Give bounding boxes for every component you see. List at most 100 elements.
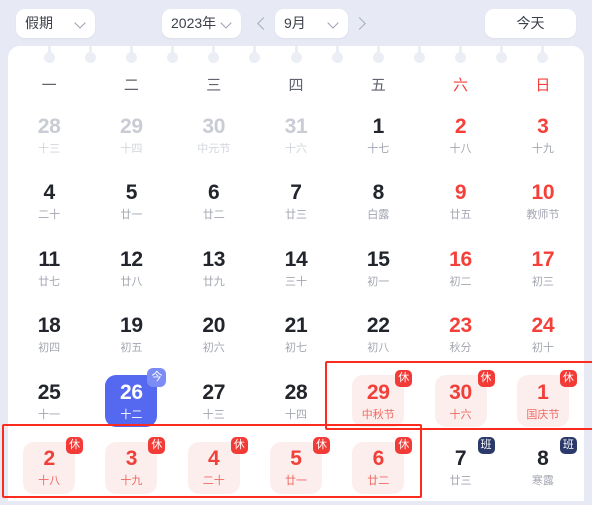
day-box: 16 初二	[435, 242, 487, 294]
day-cell[interactable]: 17 初三	[502, 235, 584, 302]
day-cell[interactable]: 21 初七	[255, 302, 337, 369]
day-cell[interactable]: 24 初十	[502, 302, 584, 369]
calendar-week-row: 4 二十 5 廿一 6 廿二 7 廿三 8 白露 9 廿五 10 教师节	[8, 169, 584, 236]
day-sublabel: 十八	[449, 142, 472, 155]
day-cell[interactable]: 10 教师节	[502, 169, 584, 236]
day-number: 4	[43, 181, 55, 205]
day-cell[interactable]: 9 廿五	[419, 169, 501, 236]
day-sublabel: 十四	[284, 408, 307, 421]
day-cell[interactable]: 29 中秋节 休	[337, 368, 419, 435]
day-box: 8 寒露 班	[517, 436, 577, 494]
day-cell[interactable]: 16 初二	[419, 235, 501, 302]
day-cell[interactable]: 14 三十	[255, 235, 337, 302]
day-box: 8 白露	[352, 176, 404, 228]
calendar-grid: 28 十三 29 十四 30 中元节 31 十六 1 十七 2 十八 3 十九 4 二十 5 廿一 6 廿二 7 廿三 8 白…	[8, 102, 584, 501]
day-number: 22	[366, 314, 390, 338]
day-sublabel: 十一	[38, 408, 61, 421]
day-number: 10	[531, 181, 555, 205]
day-number: 11	[38, 247, 60, 271]
day-cell[interactable]: 4 二十	[8, 169, 90, 236]
day-cell[interactable]: 3 十九 休	[90, 435, 172, 502]
day-cell[interactable]: 20 初六	[173, 302, 255, 369]
next-month-button[interactable]	[348, 9, 374, 38]
day-box: 29 中秋节 休	[352, 370, 413, 428]
day-cell[interactable]: 19 初五	[90, 302, 172, 369]
day-sublabel: 教师节	[526, 209, 560, 222]
day-number: 2	[43, 447, 55, 471]
day-number: 1	[372, 114, 385, 138]
day-sublabel: 国庆节	[526, 408, 560, 421]
day-cell[interactable]: 6 廿二 休	[337, 435, 419, 502]
day-number: 6	[208, 181, 220, 205]
day-box: 21 初七	[270, 309, 322, 361]
day-cell[interactable]: 12 廿八	[90, 235, 172, 302]
day-cell[interactable]: 30 中元节	[173, 102, 255, 169]
day-cell[interactable]: 18 初四	[8, 302, 90, 369]
day-cell[interactable]: 1 国庆节 休	[502, 368, 584, 435]
day-cell[interactable]: 1 十七	[337, 102, 419, 169]
day-box: 10 教师节	[517, 176, 569, 228]
day-cell[interactable]: 2 十八	[419, 102, 501, 169]
binding-notch-icon	[537, 46, 549, 63]
day-cell[interactable]: 25 十一	[8, 368, 90, 435]
day-cell[interactable]: 29 十四	[90, 102, 172, 169]
day-number: 14	[284, 247, 308, 271]
day-sublabel: 初一	[367, 275, 390, 288]
day-sublabel: 廿二	[367, 475, 390, 488]
weekday-header-row: 一二三四五六日	[8, 70, 584, 102]
year-select-label: 2023年	[171, 15, 217, 31]
calendar-card: 一二三四五六日 28 十三 29 十四 30 中元节 31 十六 1 十七 2 十八 3 十九 4 二十 5 廿一…	[8, 46, 584, 501]
day-cell[interactable]: 2 十八 休	[8, 435, 90, 502]
day-cell[interactable]: 23 秋分	[419, 302, 501, 369]
year-select[interactable]: 2023年	[162, 8, 241, 38]
day-cell[interactable]: 22 初八	[337, 302, 419, 369]
day-box: 29 十四	[105, 109, 157, 161]
day-number: 4	[208, 447, 220, 471]
day-badge-rest: 休	[66, 436, 84, 454]
day-box: 12 廿八	[105, 242, 157, 294]
day-cell[interactable]: 7 廿三 班	[419, 435, 501, 502]
day-box: 27 十三	[188, 375, 240, 427]
chevron-down-icon	[75, 18, 86, 29]
day-cell[interactable]: 28 十四	[255, 368, 337, 435]
day-cell[interactable]: 15 初一	[337, 235, 419, 302]
day-cell[interactable]: 4 二十 休	[173, 435, 255, 502]
today-button[interactable]: 今天	[485, 8, 576, 38]
binding-notch-icon	[331, 46, 343, 63]
weekday-header-6: 日	[535, 77, 551, 94]
calendar-binding-notches	[8, 46, 584, 66]
calendar-week-row: 11 廿七 12 廿八 13 廿九 14 三十 15 初一 16 初二 17 初三	[8, 235, 584, 302]
day-cell[interactable]: 26 十二 今	[90, 368, 172, 435]
day-cell[interactable]: 11 廿七	[8, 235, 90, 302]
month-select[interactable]: 9月	[275, 8, 348, 38]
day-sublabel: 廿七	[38, 275, 61, 288]
day-box: 25 十一	[23, 375, 75, 427]
day-cell[interactable]: 13 廿九	[173, 235, 255, 302]
day-sublabel: 三十	[284, 275, 307, 288]
day-cell[interactable]: 5 廿一 休	[255, 435, 337, 502]
day-number: 30	[202, 114, 226, 138]
day-cell[interactable]: 7 廿三	[255, 169, 337, 236]
day-number: 27	[202, 380, 226, 404]
day-cell[interactable]: 30 十六 休	[419, 368, 501, 435]
day-cell[interactable]: 28 十三	[8, 102, 90, 169]
day-cell[interactable]: 27 十三	[173, 368, 255, 435]
day-cell[interactable]: 8 白露	[337, 169, 419, 236]
binding-notch-icon	[290, 46, 302, 63]
day-box: 17 初三	[517, 242, 569, 294]
day-cell[interactable]: 3 十九	[502, 102, 584, 169]
holiday-select[interactable]: 假期	[16, 8, 95, 38]
day-cell[interactable]: 8 寒露 班	[502, 435, 584, 502]
prev-month-button[interactable]	[249, 9, 275, 38]
day-sublabel: 十六	[449, 408, 472, 421]
day-cell[interactable]: 5 廿一	[90, 169, 172, 236]
day-number: 12	[120, 247, 143, 271]
day-cell[interactable]: 6 廿二	[173, 169, 255, 236]
day-sublabel: 中元节	[197, 142, 231, 155]
day-number: 31	[284, 114, 308, 138]
day-box: 5 廿一 休	[269, 436, 330, 494]
weekday-header-4: 五	[370, 77, 386, 94]
day-box: 30 十六 休	[434, 370, 495, 428]
day-number: 29	[366, 380, 390, 404]
day-cell[interactable]: 31 十六	[255, 102, 337, 169]
